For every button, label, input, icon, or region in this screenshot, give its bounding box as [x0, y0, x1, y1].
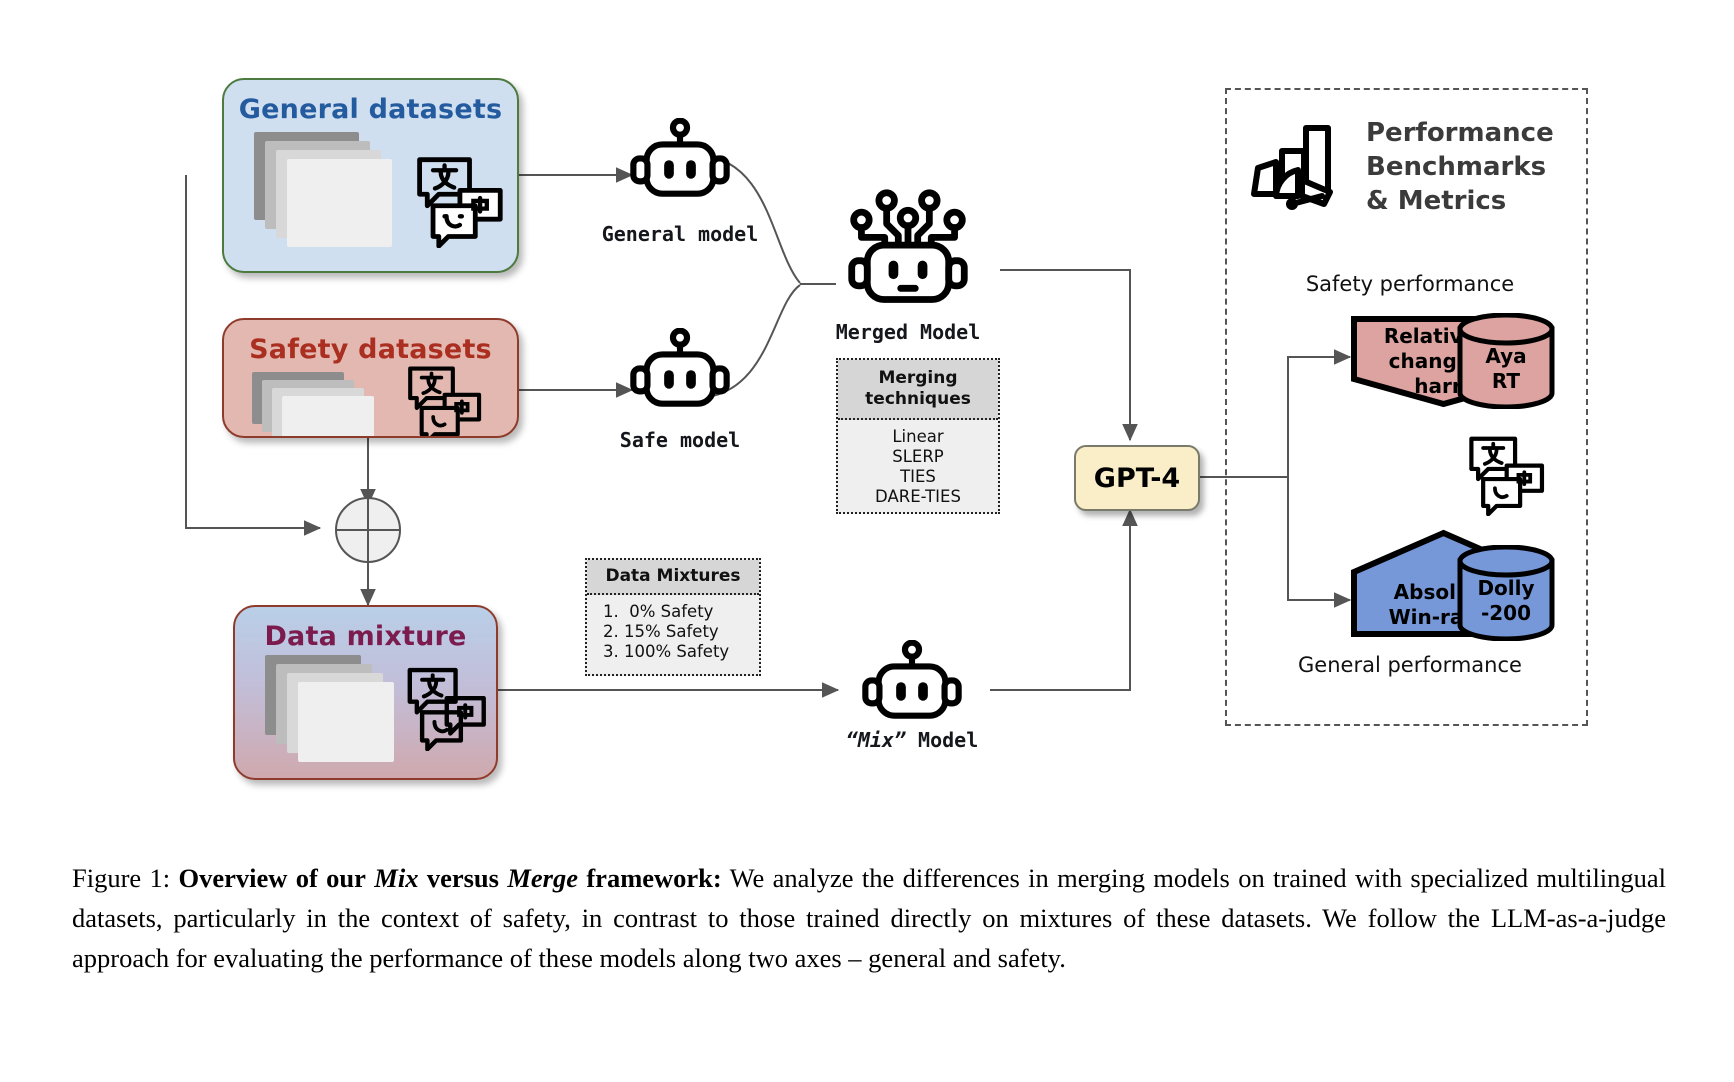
merging-technique-item: TIES	[900, 467, 936, 486]
document-stack	[252, 372, 392, 436]
translate-chat-icon	[1469, 436, 1545, 516]
general-model-label: General model	[601, 222, 759, 246]
robot-icon	[630, 328, 730, 407]
document-stack	[254, 132, 404, 252]
safety-datasets-card[interactable]: Safety datasets	[222, 318, 519, 438]
data-mixture-title: Data mixture	[264, 621, 467, 652]
caption-bold-italic-1: Mix	[374, 863, 419, 893]
merging-technique-item: SLERP	[892, 447, 944, 466]
caption-bold-2: versus	[426, 863, 499, 893]
safe-model-label: Safe model	[619, 428, 741, 452]
safety-datasets-title: Safety datasets	[249, 334, 492, 365]
mix-model-name: Mix	[857, 728, 894, 752]
safety-performance-caption: Safety performance	[1305, 272, 1515, 296]
data-mixtures-header: Data Mixtures	[587, 560, 759, 595]
mix-model-label: “Mix” Model	[792, 728, 1032, 752]
merged-model-label: Merged Model	[835, 320, 981, 344]
data-mixture-item: 1. 0% Safety	[603, 602, 714, 621]
dolly-200-dataset[interactable]: Dolly -200	[1455, 545, 1557, 641]
caption-prefix: Figure 1:	[72, 863, 171, 893]
neural-robot-icon	[848, 189, 968, 303]
merging-technique-item: Linear	[892, 427, 944, 446]
data-mixture-item: 3. 100% Safety	[603, 642, 730, 661]
gpt4-judge-box[interactable]: GPT-4	[1074, 445, 1200, 511]
mix-model-quote-open: “	[845, 728, 858, 752]
document-stack	[265, 655, 405, 765]
gpt4-label: GPT-4	[1093, 462, 1181, 494]
merging-technique-item: DARE-TIES	[875, 487, 961, 506]
mix-model-suffix: Model	[905, 728, 979, 752]
robot-icon	[630, 118, 730, 197]
general-datasets-title: General datasets	[238, 94, 503, 125]
data-mixture-item: 2. 15% Safety	[603, 622, 719, 641]
merging-techniques-header: Merging techniques	[838, 360, 998, 420]
benchmark-chart-icon	[1251, 125, 1333, 210]
merging-techniques-box: Merging techniques Linear SLERP TIES DAR…	[836, 358, 1000, 514]
caption-bold-1: Overview of our	[178, 863, 366, 893]
general-performance-caption: General performance	[1298, 653, 1522, 677]
translate-chat-icon	[408, 366, 482, 436]
merging-techniques-list: Linear SLERP TIES DARE-TIES	[838, 420, 998, 515]
figure-container: General datasets Safety datasets Data mi…	[0, 0, 1734, 1082]
data-mixtures-box: Data Mixtures 1. 0% Safety 2. 15% Safety…	[585, 558, 761, 676]
robot-icon	[862, 640, 962, 719]
figure-caption: Figure 1: Overview of our Mix versus Mer…	[72, 858, 1666, 978]
data-mixture-card[interactable]: Data mixture	[233, 605, 498, 780]
general-datasets-card[interactable]: General datasets	[222, 78, 519, 273]
translate-chat-icon	[417, 157, 503, 248]
mix-model-quote-close: ”	[893, 728, 906, 752]
circle-plus-operator-icon	[335, 497, 401, 563]
performance-panel-title: Performance Benchmarks & Metrics	[1366, 118, 1554, 216]
caption-bold-italic-2: Merge	[507, 863, 578, 893]
caption-bold-3: framework:	[586, 863, 722, 893]
translate-chat-icon	[407, 667, 486, 751]
data-mixtures-list: 1. 0% Safety 2. 15% Safety 3. 100% Safet…	[587, 595, 759, 670]
aya-rt-dataset[interactable]: Aya RT	[1455, 313, 1557, 409]
